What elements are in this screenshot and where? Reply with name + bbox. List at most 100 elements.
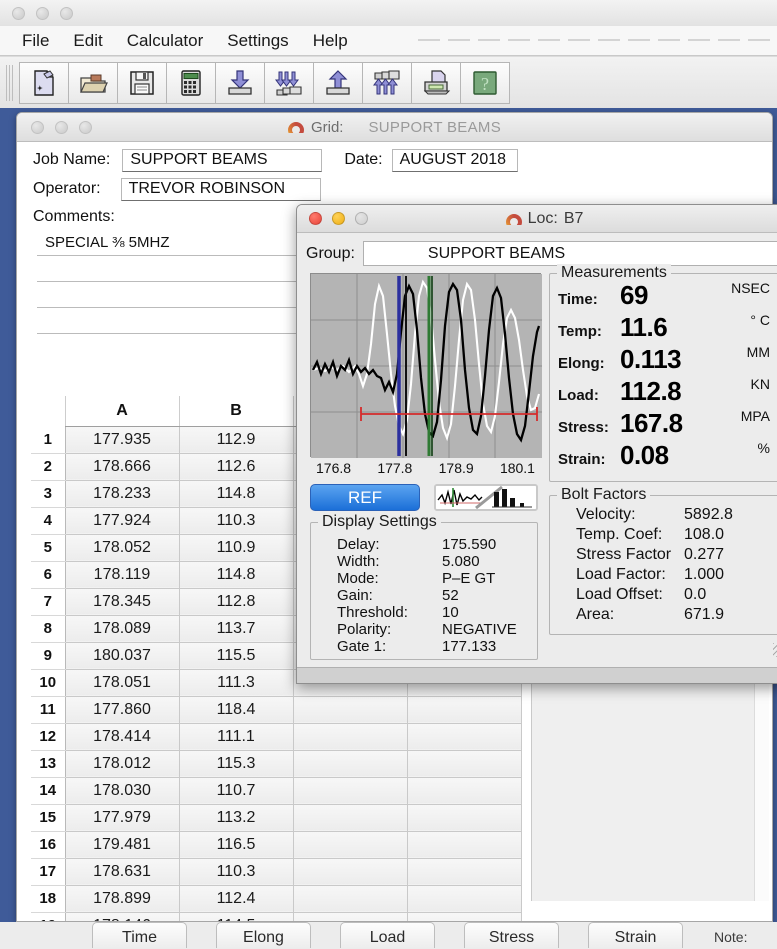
row-header-7[interactable]: 7 xyxy=(31,588,65,615)
cell-B13[interactable]: 115.3 xyxy=(179,750,293,777)
upload-icon[interactable] xyxy=(313,62,363,104)
cell-B2[interactable]: 112.6 xyxy=(179,453,293,480)
stress-button[interactable]: Stress xyxy=(464,922,559,948)
cell-C11[interactable] xyxy=(293,696,407,723)
row-header-9[interactable]: 9 xyxy=(31,642,65,669)
ref-button[interactable]: REF xyxy=(310,484,420,511)
row-header-14[interactable]: 14 xyxy=(31,777,65,804)
loc-maximize-button[interactable] xyxy=(355,212,368,225)
download-icon[interactable] xyxy=(215,62,265,104)
row-header-10[interactable]: 10 xyxy=(31,669,65,696)
cell-B15[interactable]: 113.2 xyxy=(179,804,293,831)
row-header-11[interactable]: 11 xyxy=(31,696,65,723)
cell-D16[interactable] xyxy=(407,831,521,858)
comment-line-2[interactable] xyxy=(37,256,307,282)
waveform-bargraph-toggle-icon[interactable] xyxy=(434,484,538,511)
group-input[interactable]: SUPPORT BEAMS xyxy=(363,241,777,266)
cell-A10[interactable]: 178.051 xyxy=(65,669,179,696)
cell-A16[interactable]: 179.481 xyxy=(65,831,179,858)
loc-close-button[interactable] xyxy=(309,212,322,225)
app-maximize-button[interactable] xyxy=(60,7,73,20)
grid-maximize-button[interactable] xyxy=(79,121,92,134)
row-header-1[interactable]: 1 xyxy=(31,426,65,453)
cell-B18[interactable]: 112.4 xyxy=(179,885,293,912)
cell-B16[interactable]: 116.5 xyxy=(179,831,293,858)
cell-A4[interactable]: 177.924 xyxy=(65,507,179,534)
cell-C18[interactable] xyxy=(293,885,407,912)
menu-calculator[interactable]: Calculator xyxy=(115,29,216,53)
cell-D13[interactable] xyxy=(407,750,521,777)
help-question-icon[interactable]: ? xyxy=(460,62,510,104)
cell-A19[interactable]: 178.146 xyxy=(65,912,179,922)
row-header-12[interactable]: 12 xyxy=(31,723,65,750)
cell-C16[interactable] xyxy=(293,831,407,858)
calculator-icon[interactable] xyxy=(166,62,216,104)
row-header-13[interactable]: 13 xyxy=(31,750,65,777)
row-header-6[interactable]: 6 xyxy=(31,561,65,588)
strain-button[interactable]: Strain xyxy=(588,922,683,948)
cell-A6[interactable]: 178.119 xyxy=(65,561,179,588)
row-header-4[interactable]: 4 xyxy=(31,507,65,534)
new-document-icon[interactable] xyxy=(19,62,69,104)
elong-button[interactable]: Elong xyxy=(216,922,311,948)
cell-B14[interactable]: 110.7 xyxy=(179,777,293,804)
save-floppy-icon[interactable] xyxy=(117,62,167,104)
cell-C15[interactable] xyxy=(293,804,407,831)
row-header-8[interactable]: 8 xyxy=(31,615,65,642)
cell-C17[interactable] xyxy=(293,858,407,885)
cell-C14[interactable] xyxy=(293,777,407,804)
cell-D15[interactable] xyxy=(407,804,521,831)
row-header-19[interactable]: 19 xyxy=(31,912,65,922)
cell-A17[interactable]: 178.631 xyxy=(65,858,179,885)
app-close-button[interactable] xyxy=(12,7,25,20)
cell-D11[interactable] xyxy=(407,696,521,723)
column-header-b[interactable]: B xyxy=(179,396,293,426)
row-header-5[interactable]: 5 xyxy=(31,534,65,561)
cell-B7[interactable]: 112.8 xyxy=(179,588,293,615)
cell-A18[interactable]: 178.899 xyxy=(65,885,179,912)
loc-resize-grip[interactable] xyxy=(773,643,777,657)
cell-A11[interactable]: 177.860 xyxy=(65,696,179,723)
cell-B4[interactable]: 110.3 xyxy=(179,507,293,534)
cell-D14[interactable] xyxy=(407,777,521,804)
cell-B10[interactable]: 111.3 xyxy=(179,669,293,696)
print-icon[interactable] xyxy=(411,62,461,104)
grid-title-bar[interactable]: Grid: SUPPORT BEAMS xyxy=(17,113,772,142)
row-header-16[interactable]: 16 xyxy=(31,831,65,858)
cell-A5[interactable]: 178.052 xyxy=(65,534,179,561)
cell-C19[interactable] xyxy=(293,912,407,922)
cell-B17[interactable]: 110.3 xyxy=(179,858,293,885)
app-minimize-button[interactable] xyxy=(36,7,49,20)
row-header-17[interactable]: 17 xyxy=(31,858,65,885)
cell-A9[interactable]: 180.037 xyxy=(65,642,179,669)
menu-help[interactable]: Help xyxy=(301,29,360,53)
row-header-15[interactable]: 15 xyxy=(31,804,65,831)
cell-A12[interactable]: 178.414 xyxy=(65,723,179,750)
cell-D19[interactable] xyxy=(407,912,521,922)
cell-A7[interactable]: 178.345 xyxy=(65,588,179,615)
comment-line-1[interactable]: SPECIAL ⅜ 5MHZ xyxy=(37,230,307,256)
cell-B5[interactable]: 110.9 xyxy=(179,534,293,561)
cell-A14[interactable]: 178.030 xyxy=(65,777,179,804)
cell-B12[interactable]: 111.1 xyxy=(179,723,293,750)
row-header-3[interactable]: 3 xyxy=(31,480,65,507)
load-button[interactable]: Load xyxy=(340,922,435,948)
download-multiple-icon[interactable] xyxy=(264,62,314,104)
loc-minimize-button[interactable] xyxy=(332,212,345,225)
grid-close-button[interactable] xyxy=(31,121,44,134)
job-name-input[interactable]: SUPPORT BEAMS xyxy=(122,149,322,172)
cell-B3[interactable]: 114.8 xyxy=(179,480,293,507)
cell-B1[interactable]: 112.9 xyxy=(179,426,293,453)
menu-edit[interactable]: Edit xyxy=(61,29,114,53)
cell-A3[interactable]: 178.233 xyxy=(65,480,179,507)
cell-D12[interactable] xyxy=(407,723,521,750)
grid-minimize-button[interactable] xyxy=(55,121,68,134)
time-button[interactable]: Time xyxy=(92,922,187,948)
cell-C12[interactable] xyxy=(293,723,407,750)
loc-title-bar[interactable]: Loc: B7 xyxy=(297,205,777,233)
cell-D17[interactable] xyxy=(407,858,521,885)
cell-D18[interactable] xyxy=(407,885,521,912)
column-header-a[interactable]: A xyxy=(65,396,179,426)
open-folder-icon[interactable] xyxy=(68,62,118,104)
cell-A13[interactable]: 178.012 xyxy=(65,750,179,777)
